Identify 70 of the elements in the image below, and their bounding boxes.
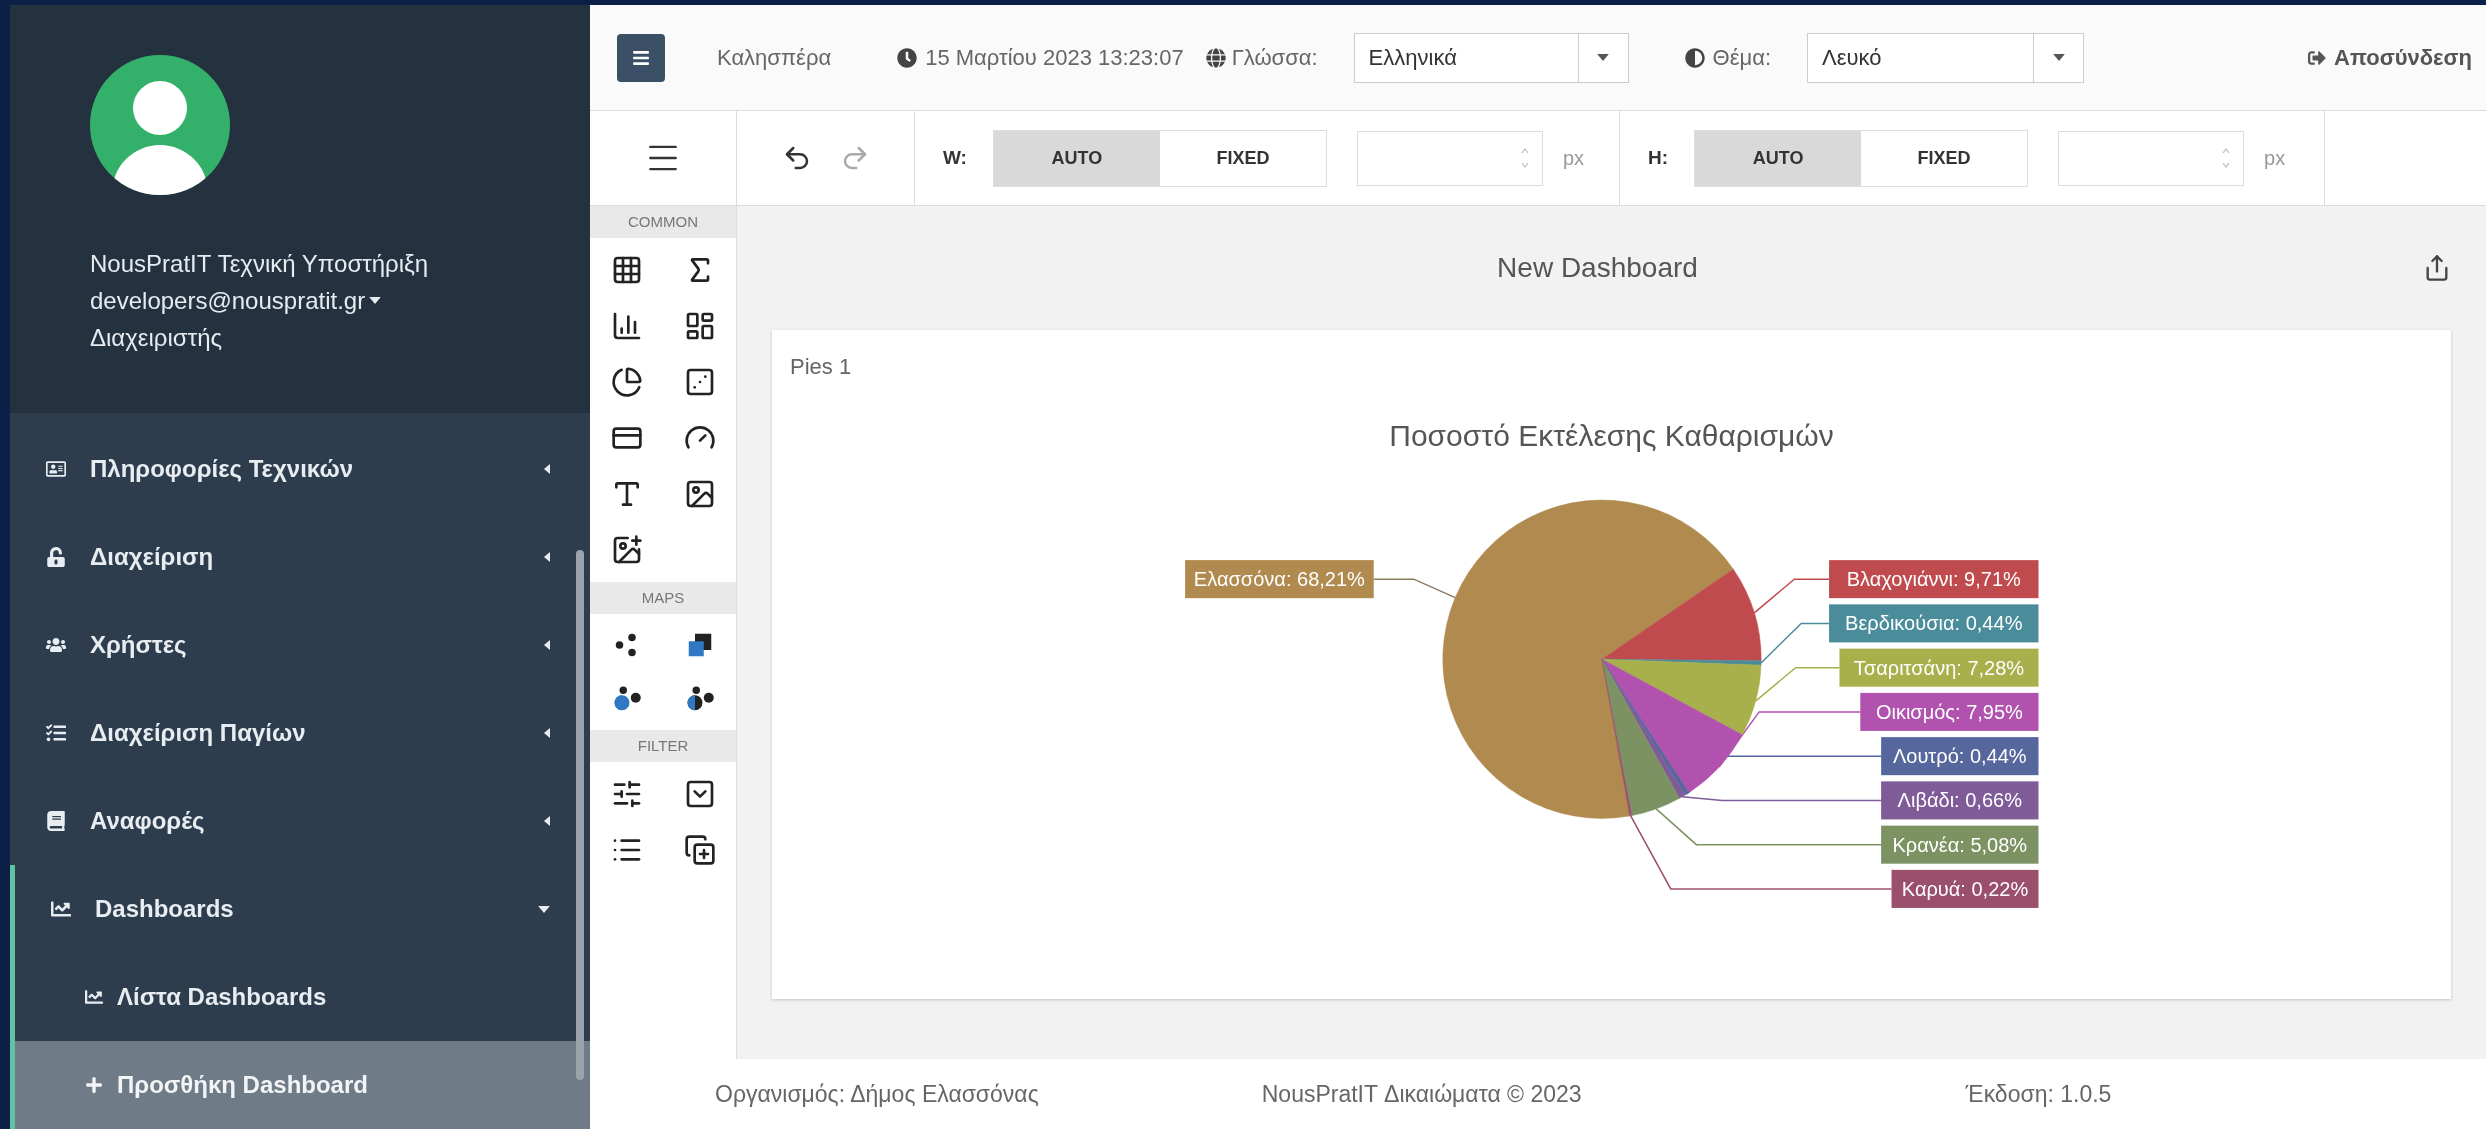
copyright-text: NousPratIT Δικαιώματα © 2023	[1261, 1079, 1582, 1109]
menu-icon	[632, 48, 650, 67]
language-label: Γλώσσα:	[1231, 44, 1318, 72]
dashboard-title: New Dashboard	[1496, 251, 1699, 285]
chart-title: Ποσοστό Εκτέλεσης Καθαρισμών	[1388, 418, 1835, 454]
menu-item[interactable]: Διαχείριση	[10, 513, 590, 601]
submenu-item[interactable]: Προσθήκη Dashboard	[10, 1041, 590, 1129]
greeting-text: Καλησπέρα	[717, 44, 832, 72]
data-label: Λουτρό: 0,44%	[1881, 737, 2039, 776]
users-icon	[46, 635, 66, 655]
toolbox-section-title: COMMON	[590, 206, 736, 238]
menu-item[interactable]: Διαχείριση Παγίων	[10, 689, 590, 777]
data-label: Καρυά: 0,22%	[1891, 869, 2039, 908]
organization-text: Οργανισμός: Δήμος Ελασσόνας	[715, 1079, 1039, 1109]
contrast-icon	[1684, 47, 1705, 68]
toolbox-section-title: MAPS	[590, 582, 736, 614]
unit-label: px	[2264, 146, 2286, 171]
size-input[interactable]	[1356, 130, 1543, 186]
spinner-icon	[2221, 146, 2232, 170]
data-label: Λιβάδι: 0,66%	[1881, 781, 2039, 820]
line-chart-icon	[85, 988, 103, 1006]
toolbox-section-title: FILTER	[590, 730, 736, 762]
data-label: Οικισμός: 7,95%	[1860, 692, 2039, 731]
logout-button[interactable]: Αποσύνδεση	[2308, 41, 2472, 74]
menu-item[interactable]: Αναφορές	[10, 777, 590, 865]
size-mode-toggle[interactable]: AUTO	[993, 130, 1160, 186]
caret-left-icon	[544, 552, 550, 562]
caret-left-icon	[544, 816, 550, 826]
spinner-icon	[1519, 146, 1530, 170]
logout-icon	[2308, 48, 2327, 67]
dimension-label: W:	[943, 145, 967, 170]
leader-line	[1760, 622, 1830, 664]
language-select[interactable]: Ελληνικά	[1353, 32, 1629, 83]
book-icon	[46, 811, 66, 831]
caret-left-icon	[544, 464, 550, 474]
user-name: NousPratIT Τεχνική Υποστήριξη	[90, 249, 430, 279]
plus-icon	[85, 1076, 103, 1094]
data-label: Βλαχογιάννι: 9,71%	[1829, 560, 2039, 599]
caret-icon	[369, 297, 382, 304]
menu-item[interactable]: Πληροφορίες Τεχνικών	[10, 425, 590, 513]
datetime-text: 15 Μαρτίου 2023 13:23:07	[925, 44, 1184, 72]
clock-icon	[897, 47, 918, 68]
user-role: Διαχειριστής	[90, 323, 224, 353]
caret-left-icon	[544, 640, 550, 650]
id-card-icon	[46, 459, 66, 479]
item-caption: Pies 1	[789, 353, 852, 381]
pie-chart-icon[interactable]	[610, 366, 643, 398]
dimension-label: H:	[1648, 145, 1669, 170]
caret-left-icon	[544, 728, 550, 738]
checklist-icon	[46, 723, 66, 743]
data-label: Κρανέα: 5,08%	[1881, 825, 2039, 864]
version-text: Έκδοση: 1.0.5	[1965, 1079, 2112, 1109]
line-chart-icon	[51, 899, 71, 919]
unit-label: px	[1562, 146, 1585, 171]
size-input[interactable]	[2058, 130, 2245, 186]
unlock-icon	[46, 547, 66, 567]
theme-label: Θέμα:	[1712, 44, 1772, 72]
data-label: Τσαριτσάνη: 7,28%	[1839, 648, 2039, 687]
caret-icon	[538, 905, 550, 913]
caret-icon	[2052, 54, 2065, 61]
group-icon[interactable]	[683, 834, 716, 866]
size-mode-toggle[interactable]: AUTO	[1695, 130, 1862, 186]
user-email-dropdown[interactable]: developers@nouspratit.gr	[90, 282, 382, 319]
caret-icon	[1597, 54, 1610, 61]
data-label: Ελασσόνα: 68,21%	[1185, 560, 1374, 599]
menu-item[interactable]: Χρήστες	[10, 601, 590, 689]
theme-select[interactable]: Λευκό	[1807, 32, 2085, 83]
menu-button[interactable]	[617, 33, 665, 82]
data-label: Βερδικούσια: 0,44%	[1829, 604, 2039, 643]
globe-icon	[1205, 47, 1226, 68]
